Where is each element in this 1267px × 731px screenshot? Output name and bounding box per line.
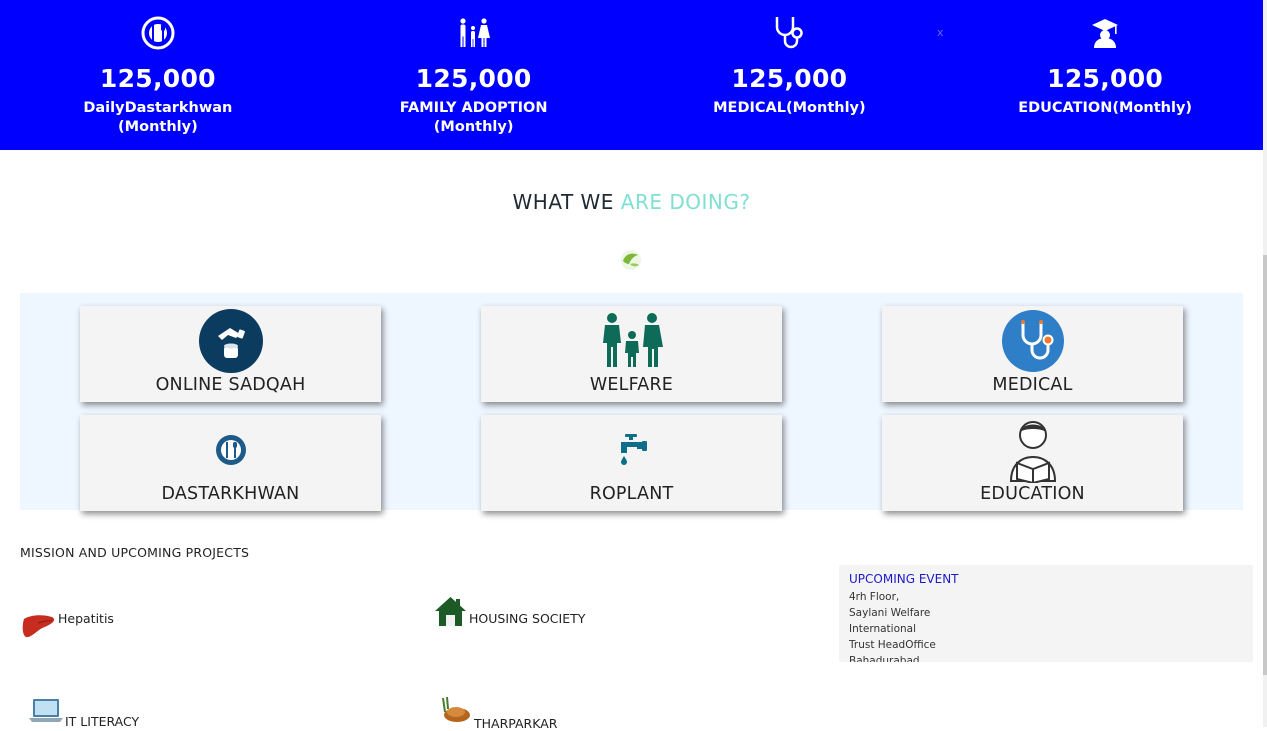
service-card-welfare[interactable]: WELFARE bbox=[481, 306, 782, 402]
event-title: UPCOMING EVENT bbox=[849, 572, 959, 586]
stethoscope-icon bbox=[882, 308, 1183, 374]
event-line: 4rh Floor, bbox=[849, 591, 900, 603]
donation-icon bbox=[80, 308, 381, 374]
service-card-education[interactable]: EDUCATION bbox=[882, 415, 1183, 511]
section-heading: WHAT WE ARE DOING? bbox=[512, 190, 751, 214]
services-grid: ONLINE SADQAH WELFARE MEDICAL DASTARKHWA… bbox=[20, 293, 1243, 511]
stat-family-adoption: 125,000 FAMILY ADOPTION (Monthly) bbox=[316, 0, 632, 150]
project-label: THARPARKAR bbox=[474, 716, 558, 731]
student-reading-icon bbox=[882, 417, 1183, 483]
scrollbar-thumb[interactable] bbox=[1263, 255, 1267, 675]
service-label: MEDICAL bbox=[992, 375, 1073, 395]
stethoscope-icon bbox=[632, 14, 948, 52]
water-tap-icon bbox=[481, 417, 782, 483]
tharparkar-icon bbox=[440, 696, 472, 727]
stat-label: FAMILY ADOPTION (Monthly) bbox=[399, 100, 548, 135]
service-label: WELFARE bbox=[589, 375, 674, 395]
stat-label: DailyDastarkhwan (Monthly) bbox=[83, 100, 233, 135]
stat-value: 125,000 bbox=[1047, 64, 1164, 93]
stat-education: 125,000 EDUCATION(Monthly) bbox=[947, 0, 1263, 150]
liver-icon bbox=[22, 613, 56, 642]
event-line: Trust HeadOffice bbox=[849, 639, 936, 651]
service-card-roplant[interactable]: ROPLANT bbox=[481, 415, 782, 511]
project-label: HOUSING SOCIETY bbox=[469, 611, 586, 626]
event-line: Saylani Welfare bbox=[849, 607, 931, 619]
upcoming-event-panel: UPCOMING EVENT 4rh Floor, Saylani Welfar… bbox=[839, 565, 1253, 662]
project-it-literacy[interactable]: IT LITERACY bbox=[29, 697, 139, 729]
stat-label: EDUCATION(Monthly) bbox=[1018, 100, 1193, 116]
project-housing-society[interactable]: HOUSING SOCIETY bbox=[434, 595, 585, 631]
event-line: International bbox=[849, 623, 917, 635]
plate-cutlery-icon bbox=[80, 417, 381, 483]
plate-cutlery-icon bbox=[0, 14, 316, 52]
family-icon bbox=[316, 14, 632, 52]
project-tharparkar[interactable]: THARPARKAR bbox=[440, 696, 557, 731]
house-icon bbox=[434, 595, 467, 631]
graduate-icon bbox=[947, 14, 1263, 52]
stat-value: 125,000 bbox=[731, 64, 848, 93]
stat-value: 125,000 bbox=[99, 64, 216, 93]
project-label: Hepatitis bbox=[58, 611, 114, 626]
mission-title: MISSION AND UPCOMING PROJECTS bbox=[20, 545, 250, 560]
service-card-medical[interactable]: MEDICAL bbox=[882, 306, 1183, 402]
stat-label: MEDICAL(Monthly) bbox=[713, 100, 866, 116]
service-card-dastarkhwan[interactable]: DASTARKHWAN bbox=[80, 415, 381, 511]
stat-dastarkhwan: 125,000 DailyDastarkhwan (Monthly) bbox=[0, 0, 316, 150]
project-hepatitis[interactable]: Hepatitis bbox=[22, 611, 114, 642]
stat-value: 125,000 bbox=[415, 64, 532, 93]
scrollbar[interactable] bbox=[1263, 0, 1267, 727]
service-label: EDUCATION bbox=[980, 484, 1085, 504]
service-label: ROPLANT bbox=[589, 484, 674, 504]
service-card-online-sadqah[interactable]: ONLINE SADQAH bbox=[80, 306, 381, 402]
event-line: Bahadurabad bbox=[849, 655, 920, 662]
service-label: ONLINE SADQAH bbox=[155, 375, 306, 395]
laptop-icon bbox=[29, 697, 63, 726]
service-label: DASTARKHWAN bbox=[161, 484, 300, 504]
stats-banner: 125,000 DailyDastarkhwan (Monthly) 125,00… bbox=[0, 0, 1263, 150]
close-icon[interactable]: x bbox=[937, 26, 944, 39]
leaf-divider-icon bbox=[620, 249, 642, 271]
stat-medical: 125,000 MEDICAL(Monthly) bbox=[632, 0, 948, 150]
family-icon bbox=[481, 308, 782, 374]
